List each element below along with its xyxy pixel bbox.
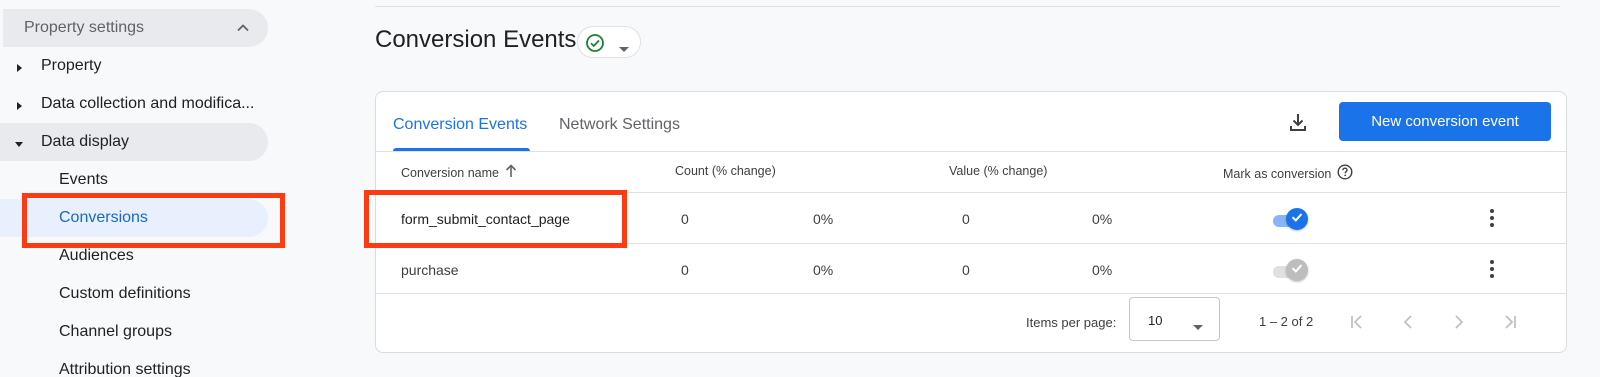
column-header-count: Count (% change) [675,164,776,178]
sidebar-subitem-label: Events [59,171,108,188]
sidebar-subitem-audiences[interactable]: Audiences [0,237,268,275]
sidebar-item-property[interactable]: Property [0,47,268,85]
caret-down-icon [14,136,24,154]
conversion-name[interactable]: form_submit_contact_page [401,211,570,227]
value-change: 0% [1092,211,1113,227]
column-header-label: Count (% change) [675,164,776,178]
chevron-up-icon [236,21,250,40]
sidebar-section-title: Property settings [24,19,145,36]
sidebar-subitem-channel-groups[interactable]: Channel groups [0,313,268,351]
sidebar-subitem-label: Custom definitions [59,285,191,302]
dropdown-arrow-icon [619,40,629,58]
count-value: 0 [681,211,689,227]
more-vert-icon[interactable] [1482,206,1502,230]
tab-conversion-events[interactable]: Conversion Events [393,116,527,134]
conversion-name[interactable]: purchase [401,262,459,278]
sidebar-item-label: Data collection and modifica... [41,95,255,112]
column-header-label: Mark as conversion [1223,166,1332,181]
sidebar-subitem-events[interactable]: Events [0,161,268,199]
count-change: 0% [813,211,834,227]
count-change: 0% [813,262,834,278]
sidebar-item-data-collection[interactable]: Data collection and modifica... [0,85,268,123]
column-header-label: Value (% change) [949,164,1048,178]
check-icon [1290,210,1304,229]
more-vert-icon[interactable] [1482,257,1502,281]
toggle-knob [1286,259,1308,281]
status-chip[interactable] [577,26,641,58]
value-value: 0 [962,262,970,278]
column-header-value: Value (% change) [949,164,1047,178]
sidebar-item-label: Data display [41,133,130,150]
sidebar-subitem-label: Attribution settings [59,361,191,377]
caret-right-icon [14,60,24,78]
prev-page-icon[interactable] [1394,308,1422,336]
items-per-page-select[interactable]: 10 [1129,297,1220,341]
new-conversion-event-button[interactable]: New conversion event [1339,102,1551,141]
check-circle-icon [585,33,605,58]
divider [376,151,1566,152]
sidebar-subitem-custom-definitions[interactable]: Custom definitions [0,275,268,313]
arrow-up-icon [505,164,517,181]
help-icon[interactable] [1337,164,1353,183]
sidebar-item-data-display[interactable]: Data display [0,123,268,161]
divider [376,293,1566,294]
check-icon [1290,261,1304,280]
column-header-mark: Mark as conversion [1223,164,1353,183]
caret-right-icon [14,98,24,116]
column-header-name[interactable]: Conversion name [401,164,517,181]
page-title: Conversion Events [375,26,577,53]
sidebar-item-label: Property [41,57,102,74]
dropdown-arrow-icon [1193,318,1203,336]
count-value: 0 [681,262,689,278]
column-header-label: Conversion name [401,165,499,180]
items-per-page-value: 10 [1148,313,1163,328]
value-value: 0 [962,211,970,227]
sidebar-subitem-label: Conversions [59,209,148,226]
divider [376,243,1566,244]
sidebar-subitem-label: Audiences [59,247,134,264]
divider [375,6,1560,7]
value-change: 0% [1092,262,1113,278]
mark-as-conversion-toggle [1269,259,1309,283]
sidebar-subitem-label: Channel groups [59,323,172,340]
next-page-icon[interactable] [1445,308,1473,336]
first-page-icon[interactable] [1343,308,1371,336]
tab-network-settings[interactable]: Network Settings [559,116,680,134]
sidebar: Property settings Property Data collecti… [0,0,290,377]
items-per-page-label: Items per page: [1026,315,1117,330]
conversion-events-card: Conversion Events Network Settings New c… [375,91,1567,353]
divider [376,192,1566,193]
download-button[interactable] [1281,107,1315,141]
sidebar-subitem-attribution-settings[interactable]: Attribution settings [0,351,268,377]
download-icon [1287,111,1309,138]
sidebar-section-property-settings[interactable]: Property settings [3,9,268,47]
toggle-knob [1286,208,1308,230]
mark-as-conversion-toggle[interactable] [1269,208,1309,232]
sidebar-subitem-conversions[interactable]: Conversions [0,199,268,237]
last-page-icon[interactable] [1496,308,1524,336]
pagination-range: 1 – 2 of 2 [1259,314,1314,329]
